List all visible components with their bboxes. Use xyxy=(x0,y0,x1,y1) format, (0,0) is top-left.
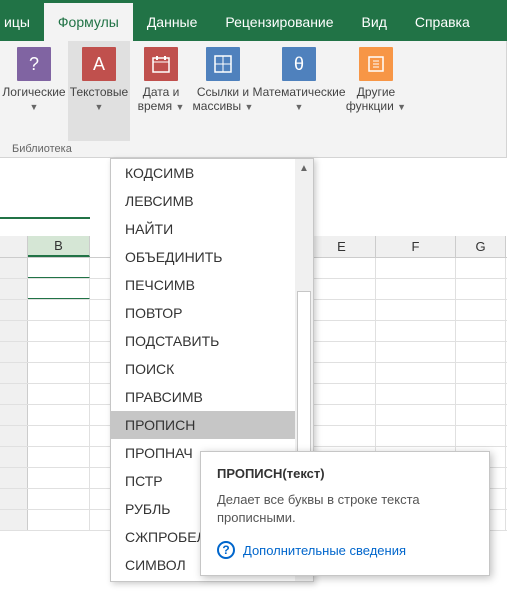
ribbon: ? Логические ▼ A Текстовые ▼ Дата ивремя ▼… xyxy=(0,41,507,158)
menu-item-poisk[interactable]: ПОИСК xyxy=(111,355,295,383)
more-button[interactable]: Другиефункции ▼ xyxy=(344,41,408,141)
help-icon: ? xyxy=(217,541,235,559)
calendar-icon xyxy=(144,47,178,81)
chevron-down-icon: ▼ xyxy=(175,102,184,112)
logical-button[interactable]: ? Логические ▼ xyxy=(0,41,68,141)
select-all-corner[interactable] xyxy=(0,236,28,257)
menu-item-kodsimv[interactable]: КОДСИМВ xyxy=(111,159,295,187)
menu-item-pechsimv[interactable]: ПЕЧСИМВ xyxy=(111,271,295,299)
help-link-label: Дополнительные сведения xyxy=(243,543,406,558)
tab-view[interactable]: Вид xyxy=(348,0,401,41)
menu-item-povtor[interactable]: ПОВТОР xyxy=(111,299,295,327)
menu-item-pravsimv[interactable]: ПРАВСИМВ xyxy=(111,383,295,411)
text-icon: A xyxy=(82,47,116,81)
question-icon: ? xyxy=(17,47,51,81)
group-label: Библиотека xyxy=(0,141,506,157)
theta-icon: θ xyxy=(282,47,316,81)
lookup-icon xyxy=(206,47,240,81)
menu-item-podstavit[interactable]: ПОДСТАВИТЬ xyxy=(111,327,295,355)
datetime-label1: Дата и xyxy=(143,85,180,99)
col-header-e[interactable]: E xyxy=(308,236,376,257)
menu-item-obedinit[interactable]: ОБЪЕДИНИТЬ xyxy=(111,243,295,271)
tooltip-title: ПРОПИСН(текст) xyxy=(217,466,473,481)
more-label1: Другие xyxy=(357,85,395,99)
chevron-down-icon: ▼ xyxy=(397,102,406,112)
menu-item-propisn[interactable]: ПРОПИСН xyxy=(111,411,295,439)
chevron-down-icon: ▼ xyxy=(95,102,104,112)
math-label: Математические xyxy=(253,85,346,99)
selection-top-border xyxy=(0,217,90,219)
title-bar: ицы Формулы Данные Рецензирование Вид Сп… xyxy=(0,0,507,41)
text-label: Текстовые xyxy=(70,85,128,99)
scroll-thumb[interactable] xyxy=(297,291,311,461)
help-link[interactable]: ? Дополнительные сведения xyxy=(217,541,473,559)
menu-item-naiti[interactable]: НАЙТИ xyxy=(111,215,295,243)
col-header-b[interactable]: B xyxy=(28,236,90,257)
text-button[interactable]: A Текстовые ▼ xyxy=(68,41,130,141)
tooltip-description: Делает все буквы в строке текста прописн… xyxy=(217,491,473,527)
chevron-down-icon: ▼ xyxy=(30,102,39,112)
math-button[interactable]: θ Математические ▼ xyxy=(254,41,344,141)
lookup-label2: массивы xyxy=(193,99,242,113)
datetime-label2: время xyxy=(138,99,172,113)
function-tooltip: ПРОПИСН(текст) Делает все буквы в строке… xyxy=(200,451,490,576)
book-icon xyxy=(359,47,393,81)
col-header-g[interactable]: G xyxy=(456,236,506,257)
lookup-button[interactable]: Ссылки имассивы ▼ xyxy=(192,41,254,141)
chevron-down-icon: ▼ xyxy=(295,102,304,112)
tab-review[interactable]: Рецензирование xyxy=(211,0,347,41)
tab-data[interactable]: Данные xyxy=(133,0,212,41)
tab-help[interactable]: Справка xyxy=(401,0,484,41)
more-label2: функции xyxy=(346,99,394,113)
logical-label: Логические xyxy=(2,85,65,99)
menu-item-sovpad[interactable]: СОВПАД xyxy=(111,579,295,581)
datetime-button[interactable]: Дата ивремя ▼ xyxy=(130,41,192,141)
ribbon-tabs: ицы Формулы Данные Рецензирование Вид Сп… xyxy=(0,0,484,41)
col-header-f[interactable]: F xyxy=(376,236,456,257)
tab-partial[interactable]: ицы xyxy=(0,0,44,41)
tab-formulas[interactable]: Формулы xyxy=(44,0,133,41)
lookup-label1: Ссылки и xyxy=(197,85,249,99)
scroll-up-arrow-icon[interactable]: ▲ xyxy=(295,159,313,177)
menu-item-levsimv[interactable]: ЛЕВСИМВ xyxy=(111,187,295,215)
